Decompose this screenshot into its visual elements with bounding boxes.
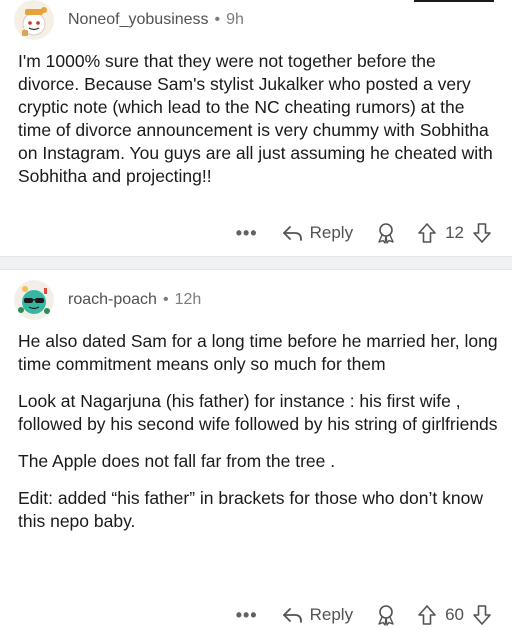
reply-button[interactable]: Reply <box>282 223 353 243</box>
timestamp: 9h <box>226 11 244 28</box>
more-options-button[interactable]: ••• <box>236 606 258 624</box>
reply-label: Reply <box>309 223 354 242</box>
reply-label: Reply <box>309 605 354 624</box>
reply-arrow-icon <box>282 224 310 242</box>
comment-paragraph: He also dated Sam for a long time before… <box>18 331 498 374</box>
vote-count: 60 <box>445 605 464 624</box>
more-options-button[interactable]: ••• <box>236 224 258 242</box>
downvote-arrow-icon[interactable] <box>472 604 492 626</box>
comment: roach-poach • 12h He also dated Sam for … <box>0 268 512 628</box>
comment-meta: Noneof_yobusiness • 9h <box>68 11 244 29</box>
comment-body: I'm 1000% sure that they were not togeth… <box>18 50 498 202</box>
award-button[interactable] <box>375 604 397 626</box>
reply-arrow-icon <box>282 606 310 624</box>
comment-header: roach-poach • 12h <box>14 280 201 320</box>
username[interactable]: roach-poach <box>68 291 157 309</box>
award-icon <box>375 604 397 626</box>
award-button[interactable] <box>375 222 397 244</box>
comment-actions: ••• Reply <box>236 218 492 248</box>
vote-controls: 12 <box>417 222 492 244</box>
comment-actions: ••• Reply <box>236 600 492 630</box>
snoo-avatar-icon[interactable] <box>14 0 54 40</box>
vote-count: 12 <box>445 223 464 242</box>
comment-paragraph: Look at Nagarjuna (his father) for insta… <box>18 391 498 434</box>
comment-meta: roach-poach • 12h <box>68 291 201 309</box>
comment-header: Noneof_yobusiness • 9h <box>14 0 244 40</box>
timestamp: 12h <box>174 291 202 308</box>
snoo-sunglasses-avatar-icon[interactable] <box>14 280 54 320</box>
downvote-arrow-icon[interactable] <box>472 222 492 244</box>
username[interactable]: Noneof_yobusiness <box>68 11 209 29</box>
meta-separator: • <box>162 291 169 308</box>
reply-button[interactable]: Reply <box>282 605 353 625</box>
upvote-arrow-icon[interactable] <box>417 222 437 244</box>
meta-separator: • <box>214 11 221 28</box>
comment-paragraph: The Apple does not fall far from the tre… <box>18 451 336 471</box>
upvote-arrow-icon[interactable] <box>417 604 437 626</box>
comment: Noneof_yobusiness • 9h I'm 1000% sure th… <box>0 0 512 258</box>
comment-paragraph: Edit: added “his father” in brackets for… <box>18 488 483 531</box>
comment-body: He also dated Sam for a long time before… <box>18 330 498 547</box>
comment-paragraph: I'm 1000% sure that they were not togeth… <box>18 51 493 186</box>
vote-controls: 60 <box>417 604 492 626</box>
award-icon <box>375 222 397 244</box>
